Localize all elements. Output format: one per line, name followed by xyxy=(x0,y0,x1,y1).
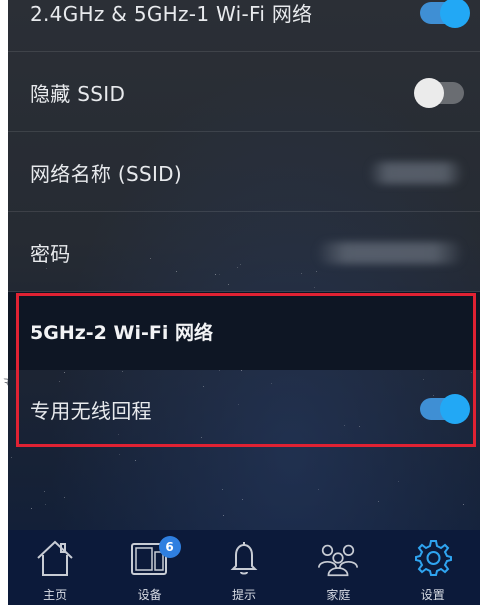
password-label: 密码 xyxy=(30,242,71,266)
nav-family-label: 家庭 xyxy=(326,588,351,602)
star xyxy=(119,454,120,455)
nav-alerts[interactable]: 提示 xyxy=(197,530,291,605)
left-edge: ꝛ xyxy=(0,0,10,605)
star xyxy=(44,491,45,492)
toggle-knob xyxy=(414,77,444,108)
nav-alerts-label: 提示 xyxy=(231,588,256,602)
wifi-24-5g1-toggle[interactable] xyxy=(420,0,470,28)
toggle-knob xyxy=(440,394,470,424)
password-row[interactable]: 密码 xyxy=(8,214,480,292)
wifi-24-5g1-label: 2.4GHz & 5GHz-1 Wi-Fi 网络 xyxy=(30,2,313,26)
hide-ssid-label: 隐藏 SSID xyxy=(30,82,126,106)
ssid-value-redacted xyxy=(368,161,464,184)
star xyxy=(242,499,243,500)
nav-devices[interactable]: 6 设备 xyxy=(103,530,197,605)
bottom-navigation: 主页 6 设备 提示 家庭 设置 xyxy=(8,530,480,605)
star xyxy=(11,457,12,458)
star xyxy=(222,489,223,490)
star xyxy=(463,504,464,505)
nav-settings-label: 设置 xyxy=(420,588,445,602)
star xyxy=(64,497,65,498)
password-value-redacted xyxy=(316,241,464,264)
dedicated-backhaul-row[interactable]: 专用无线回程 xyxy=(8,370,480,448)
ssid-label: 网络名称 (SSID) xyxy=(30,162,182,186)
wifi-24-5g1-row[interactable]: 2.4GHz & 5GHz-1 Wi-Fi 网络 xyxy=(8,0,480,52)
settings-screen: ꝛ 2.4GHz & 5GHz-1 Wi-Fi 网络 隐藏 SSID 网络名称 … xyxy=(0,0,480,605)
nav-family[interactable]: 家庭 xyxy=(291,530,385,605)
toggle-knob xyxy=(440,0,470,28)
nav-devices-label: 设备 xyxy=(137,588,162,602)
wifi-settings-panel: 2.4GHz & 5GHz-1 Wi-Fi 网络 隐藏 SSID 网络名称 (S… xyxy=(8,0,480,530)
star xyxy=(45,504,46,505)
section-5g2-title: 5GHz-2 Wi-Fi 网络 xyxy=(30,321,213,344)
star xyxy=(223,515,224,516)
nav-home[interactable]: 主页 xyxy=(8,530,102,605)
ssid-row[interactable]: 网络名称 (SSID) xyxy=(8,134,480,212)
hide-ssid-toggle[interactable] xyxy=(414,77,464,108)
hide-ssid-row[interactable]: 隐藏 SSID xyxy=(8,54,480,132)
star xyxy=(135,460,136,461)
nav-home-label: 主页 xyxy=(43,588,68,602)
dedicated-backhaul-toggle[interactable] xyxy=(420,394,470,424)
family-icon xyxy=(316,536,360,580)
star xyxy=(31,508,32,509)
star xyxy=(398,481,399,482)
bell-icon xyxy=(222,536,266,580)
star xyxy=(378,501,379,502)
home-icon xyxy=(33,536,77,580)
section-5g2-header: 5GHz-2 Wi-Fi 网络 xyxy=(8,292,480,370)
devices-count-badge: 6 xyxy=(158,536,181,558)
nav-settings[interactable]: 设置 xyxy=(386,530,480,605)
star xyxy=(318,489,319,490)
gear-icon xyxy=(411,536,455,580)
dedicated-backhaul-label: 专用无线回程 xyxy=(30,398,152,423)
